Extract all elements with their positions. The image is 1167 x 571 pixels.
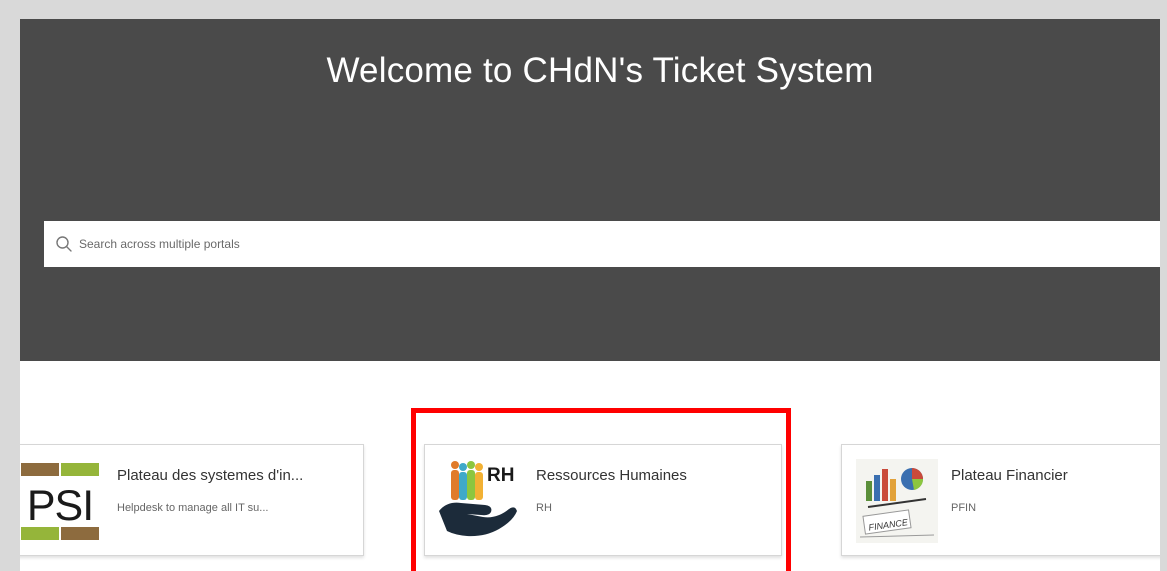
portal-card-name: Plateau des systemes d'in...	[117, 467, 304, 484]
highlight-box	[411, 408, 791, 571]
search-icon	[56, 236, 72, 252]
portal-card-name: Plateau Financier	[951, 467, 1068, 484]
psi-logo: PSI	[21, 463, 99, 540]
finance-logo: FINANCE	[856, 459, 938, 543]
portal-card-description: Helpdesk to manage all IT su...	[117, 502, 269, 514]
hero-banner: Welcome to CHdN's Ticket System	[20, 19, 1160, 361]
portal-card-psi[interactable]: PSI Plateau des systemes d'in... Helpdes…	[20, 444, 364, 556]
svg-text:PSI: PSI	[27, 482, 93, 530]
search-input[interactable]	[77, 228, 981, 260]
portal-card-description: PFIN	[951, 502, 977, 514]
right-edge-background	[1160, 0, 1167, 571]
portal-home-page: Welcome to CHdN's Ticket System PSI Plat…	[20, 19, 1160, 571]
page-title: Welcome to CHdN's Ticket System	[326, 51, 874, 90]
portal-card-pfin[interactable]: FINANCE Plateau Financier PFIN	[841, 444, 1160, 556]
search-bar[interactable]	[44, 221, 1160, 267]
